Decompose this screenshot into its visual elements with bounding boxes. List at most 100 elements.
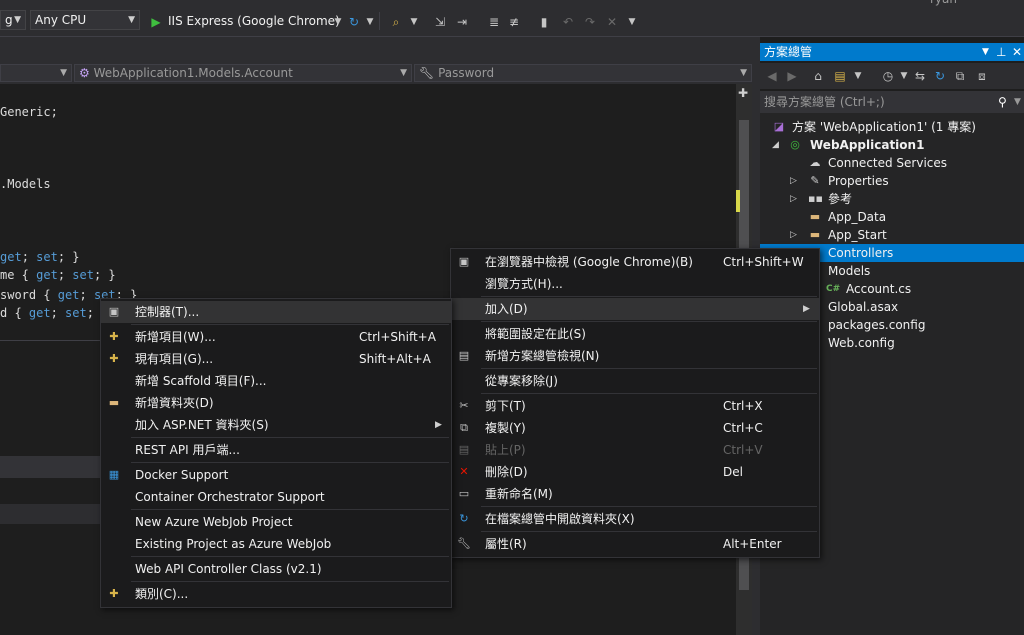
comment-icon[interactable]: ≣ bbox=[486, 14, 502, 30]
chevron-down-icon[interactable]: ▼ bbox=[330, 14, 346, 30]
tree-item-connected-services[interactable]: ☁ Connected Services bbox=[760, 154, 1024, 172]
chevron-down-icon[interactable]: ▼ bbox=[624, 14, 640, 30]
chevron-down-icon[interactable]: ▼ bbox=[1014, 91, 1021, 113]
class-icon: ⚙ bbox=[79, 66, 90, 80]
collapse-all-icon[interactable]: ⧉ bbox=[952, 68, 968, 84]
menu-item-new-folder[interactable]: ▬ 新增資料夾(D) bbox=[101, 392, 451, 414]
collapsed-arrow-icon[interactable]: ▷ bbox=[790, 190, 800, 208]
menu-item-label: 貼上(P) bbox=[485, 443, 526, 457]
menu-separator bbox=[481, 296, 817, 297]
menu-item-rename[interactable]: ▭ 重新命名(M) bbox=[451, 483, 819, 505]
tree-item-app-start[interactable]: ▷ ▬ App_Start bbox=[760, 226, 1024, 244]
menu-item-label: 將範圍設定在此(S) bbox=[485, 327, 586, 341]
tree-item-properties[interactable]: ▷ ✎ Properties bbox=[760, 172, 1024, 190]
menu-item-docker-support[interactable]: ▦ Docker Support bbox=[101, 464, 451, 486]
chevron-down-icon[interactable]: ▼ bbox=[896, 68, 912, 84]
refresh-icon[interactable]: ↻ bbox=[346, 14, 362, 30]
output-panel-header bbox=[0, 456, 100, 478]
collapsed-arrow-icon[interactable]: ▷ bbox=[790, 226, 800, 244]
menu-item-copy[interactable]: ⧉ 複製(Y) Ctrl+C bbox=[451, 417, 819, 439]
menu-item-shortcut: Del bbox=[723, 465, 743, 479]
menu-item-existing-azure-webjob[interactable]: Existing Project as Azure WebJob bbox=[101, 533, 451, 555]
start-debug-button[interactable]: IIS Express (Google Chrome) bbox=[168, 12, 340, 30]
rename-icon: ▭ bbox=[458, 487, 470, 500]
member-combo[interactable]: 🔧︎ Password ▼ bbox=[414, 64, 752, 82]
refresh-icon[interactable]: ↻ bbox=[932, 68, 948, 84]
collapsed-arrow-icon[interactable]: ▷ bbox=[790, 172, 800, 190]
step-into-icon[interactable]: ⇲ bbox=[432, 14, 448, 30]
menu-item-exclude-from-project[interactable]: 從專案移除(J) bbox=[451, 370, 819, 392]
switch-views-icon[interactable]: ▤ bbox=[832, 68, 848, 84]
pin-icon[interactable]: ⊥ bbox=[996, 43, 1006, 61]
uncomment-icon[interactable]: ≢ bbox=[506, 14, 522, 30]
menu-item-open-in-explorer[interactable]: ↻ 在檔案總管中開啟資料夾(X) bbox=[451, 508, 819, 530]
menu-item-container-orchestrator[interactable]: Container Orchestrator Support bbox=[101, 486, 451, 508]
back-icon[interactable]: ◀ bbox=[764, 68, 780, 84]
menu-item-properties[interactable]: 🔧︎ 屬性(R) Alt+Enter bbox=[451, 533, 819, 555]
menu-item-controller[interactable]: ▣ 控制器(T)... bbox=[101, 301, 451, 323]
chevron-down-icon[interactable]: ▼ bbox=[850, 68, 866, 84]
menu-item-new-item[interactable]: ✚ 新增項目(W)... Ctrl+Shift+A bbox=[101, 326, 451, 348]
config-value: g bbox=[5, 13, 13, 27]
bookmark-icon[interactable]: ▮ bbox=[536, 14, 552, 30]
chevron-down-icon: ▼ bbox=[740, 68, 747, 78]
menu-item-add[interactable]: 加入(D) ▶ bbox=[451, 298, 819, 320]
type-combo[interactable]: ⚙ WebApplication1.Models.Account ▼ bbox=[74, 64, 412, 82]
pending-changes-icon[interactable]: ◷ bbox=[880, 68, 896, 84]
menu-item-label: 新增 Scaffold 項目(F)... bbox=[135, 374, 267, 388]
menu-item-scope-to-this[interactable]: 將範圍設定在此(S) bbox=[451, 323, 819, 345]
find-in-files-icon[interactable]: ⌕ bbox=[388, 14, 404, 30]
forward-icon[interactable]: ▶ bbox=[784, 68, 800, 84]
chevron-down-icon[interactable]: ▼ bbox=[362, 14, 378, 30]
chevron-down-icon[interactable]: ▼ bbox=[982, 43, 989, 61]
home-icon[interactable]: ⌂ bbox=[810, 68, 826, 84]
solution-icon: ◪ bbox=[773, 120, 785, 133]
tree-item-solution[interactable]: ◪ 方案 'WebApplication1' (1 專案) bbox=[760, 118, 1024, 136]
menu-item-cut[interactable]: ✂ 剪下(T) Ctrl+X bbox=[451, 395, 819, 417]
project-combo[interactable]: ▼ bbox=[0, 64, 72, 82]
menu-item-new-scaffold[interactable]: 新增 Scaffold 項目(F)... bbox=[101, 370, 451, 392]
menu-item-new-explorer-view[interactable]: ▤ 新增方案總管檢視(N) bbox=[451, 345, 819, 367]
play-icon[interactable]: ▶ bbox=[148, 14, 164, 30]
solution-explorer-title-bar: 方案總管 ▼ ⊥ ✕ bbox=[760, 43, 1024, 61]
menu-item-new-azure-webjob[interactable]: New Azure WebJob Project bbox=[101, 511, 451, 533]
expanded-arrow-icon[interactable]: ◢ bbox=[772, 136, 782, 154]
next-bookmark-icon[interactable]: ↷ bbox=[582, 14, 598, 30]
menu-item-view-in-browser[interactable]: ▣ 在瀏覽器中檢視 (Google Chrome)(B) Ctrl+Shift+… bbox=[451, 251, 819, 273]
tree-item-label: Controllers bbox=[828, 246, 894, 260]
menu-separator bbox=[481, 506, 817, 507]
tree-item-references[interactable]: ▷ ▪▪ 參考 bbox=[760, 190, 1024, 208]
step-over-icon[interactable]: ⇥ bbox=[454, 14, 470, 30]
browser-icon: ▣ bbox=[458, 255, 470, 268]
menu-item-label: 瀏覽方式(H)... bbox=[485, 277, 563, 291]
solution-configuration-combo[interactable]: g ▼ bbox=[0, 10, 26, 30]
menu-item-delete[interactable]: ✕ 刪除(D) Del bbox=[451, 461, 819, 483]
menu-item-browse-with[interactable]: 瀏覽方式(H)... bbox=[451, 273, 819, 295]
prev-bookmark-icon[interactable]: ↶ bbox=[560, 14, 576, 30]
chevron-down-icon: ▼ bbox=[60, 68, 67, 78]
tree-item-project[interactable]: ◢ ◎ WebApplication1 bbox=[760, 136, 1024, 154]
menu-item-label: 重新命名(M) bbox=[485, 487, 553, 501]
folder-icon: ▬ bbox=[809, 228, 821, 241]
split-editor-icon[interactable]: ✚ bbox=[738, 86, 748, 100]
clear-bookmarks-icon[interactable]: ✕ bbox=[604, 14, 620, 30]
menu-item-label: 加入(D) bbox=[485, 302, 528, 316]
new-folder-icon: ▬ bbox=[108, 396, 120, 409]
solution-explorer-search[interactable]: 搜尋方案總管 (Ctrl+;) ⚲ ▼ bbox=[760, 91, 1024, 113]
solution-platform-combo[interactable]: Any CPU ▼ bbox=[30, 10, 140, 30]
show-all-files-icon[interactable]: ⧈ bbox=[974, 68, 990, 84]
menu-item-add-aspnet-folder[interactable]: 加入 ASP.NET 資料夾(S) ▶ bbox=[101, 414, 451, 436]
menu-separator bbox=[481, 368, 817, 369]
sync-icon[interactable]: ⇆ bbox=[912, 68, 928, 84]
close-icon[interactable]: ✕ bbox=[1012, 43, 1022, 61]
search-icon[interactable]: ⚲ bbox=[998, 91, 1007, 113]
editor-navigation-bar: ▼ ⚙ WebApplication1.Models.Account ▼ 🔧︎ … bbox=[0, 62, 752, 85]
menu-item-existing-item[interactable]: ✚ 現有項目(G)... Shift+Alt+A bbox=[101, 348, 451, 370]
menu-item-class[interactable]: ✚ 類別(C)... bbox=[101, 583, 451, 605]
chevron-down-icon[interactable]: ▼ bbox=[406, 14, 422, 30]
menu-item-label: 從專案移除(J) bbox=[485, 374, 558, 388]
menu-item-web-api-controller[interactable]: Web API Controller Class (v2.1) bbox=[101, 558, 451, 580]
tree-item-app-data[interactable]: ▬ App_Data bbox=[760, 208, 1024, 226]
menu-item-rest-api-client[interactable]: REST API 用戶端... bbox=[101, 439, 451, 461]
refresh-arrow-icon: ↻ bbox=[459, 512, 469, 525]
